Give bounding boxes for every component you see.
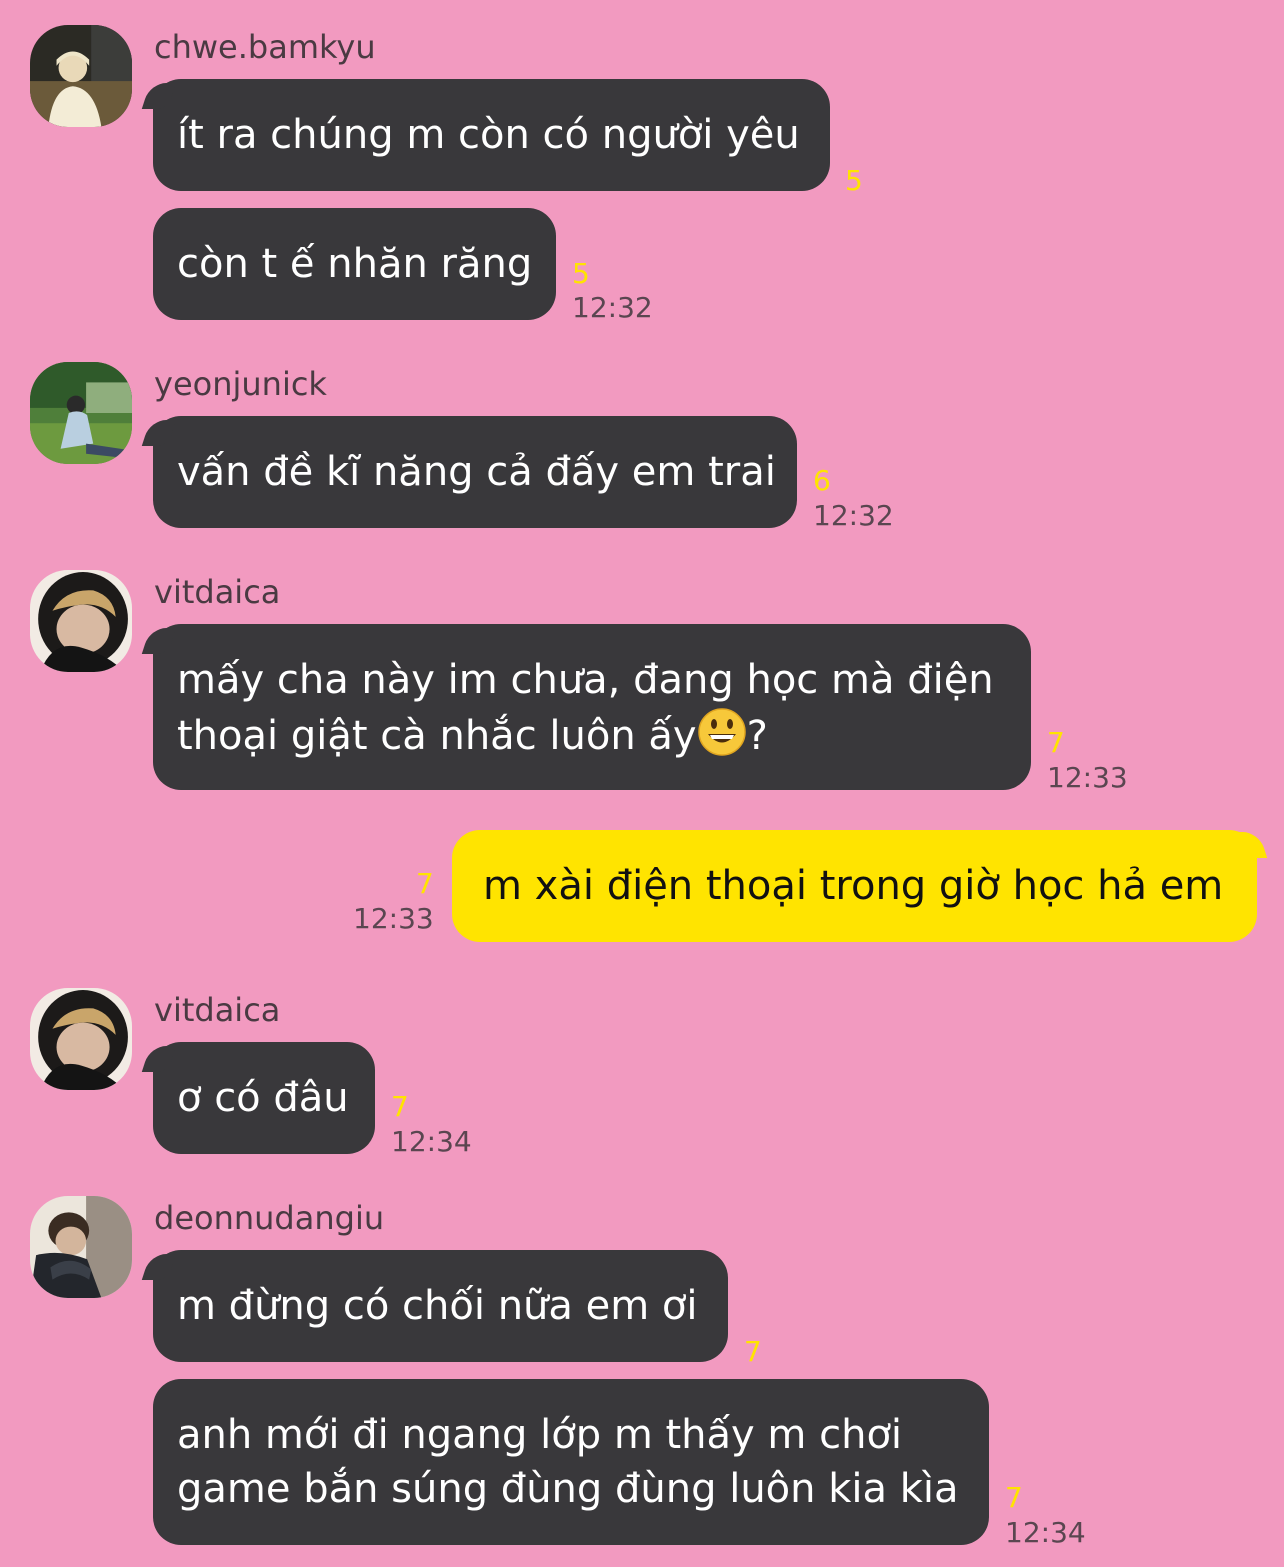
avatar-deonnudangiu[interactable] <box>30 1196 132 1298</box>
profile-photo-icon <box>30 988 132 1090</box>
message-line: anh mới đi ngang lớp m thấy m chơi <box>177 1412 903 1458</box>
sender-name: vitdaica <box>154 991 281 1029</box>
unread-count: 6 <box>813 464 831 497</box>
message-text: ơ có đâu <box>177 1075 349 1121</box>
avatar-chwe-bamkyu[interactable] <box>30 25 132 127</box>
message-bubble[interactable]: ít ra chúng m còn có người yêu <box>153 79 830 191</box>
message-time: 12:34 <box>1005 1516 1086 1549</box>
message-text: thoại giật cà nhắc luôn ấy <box>177 713 697 759</box>
profile-photo-icon <box>30 25 132 127</box>
message-bubble[interactable]: m đừng có chối nữa em ơi <box>153 1250 728 1362</box>
profile-photo-icon <box>30 570 132 672</box>
profile-photo-icon <box>30 362 132 464</box>
unread-count: 7 <box>416 867 434 900</box>
my-message-bubble[interactable]: m xài điện thoại trong giờ học hả em <box>452 830 1257 942</box>
message-bubble[interactable]: anh mới đi ngang lớp m thấy m chơi game … <box>153 1379 989 1545</box>
profile-photo-icon <box>30 1196 132 1298</box>
avatar-vitdaica[interactable] <box>30 988 132 1090</box>
message-line: mấy cha này im chưa, đang học mà điện <box>177 657 994 703</box>
sender-name: deonnudangiu <box>154 1199 385 1237</box>
message-text: m xài điện thoại trong giờ học hả em <box>483 863 1224 909</box>
avatar-vitdaica[interactable] <box>30 570 132 672</box>
message-text: ít ra chúng m còn có người yêu <box>177 112 800 158</box>
message-text: ? <box>746 713 768 759</box>
message-text: còn t ế nhăn răng <box>177 241 533 287</box>
message-bubble[interactable]: vấn đề kĩ năng cả đấy em trai <box>153 416 797 528</box>
message-bubble[interactable]: ơ có đâu <box>153 1042 375 1154</box>
unread-count: 7 <box>1005 1481 1023 1514</box>
message-text: m đừng có chối nữa em ơi <box>177 1283 698 1329</box>
message-time: 12:33 <box>1047 761 1128 794</box>
message-line: game bắn súng đùng đùng luôn kia kìa <box>177 1466 959 1512</box>
sender-name: yeonjunick <box>154 365 327 403</box>
unread-count: 5 <box>845 164 863 197</box>
unread-count: 7 <box>391 1090 409 1123</box>
message-time: 12:32 <box>572 291 653 324</box>
sender-name: vitdaica <box>154 573 281 611</box>
unread-count: 5 <box>572 257 590 290</box>
unread-count: 7 <box>744 1335 762 1368</box>
avatar-yeonjunick[interactable] <box>30 362 132 464</box>
message-text: vấn đề kĩ năng cả đấy em trai <box>177 449 776 495</box>
message-time: 12:33 <box>353 902 434 935</box>
sender-name: chwe.bamkyu <box>154 28 376 66</box>
message-time: 12:34 <box>391 1125 472 1158</box>
message-time: 12:32 <box>813 499 894 532</box>
message-bubble[interactable]: còn t ế nhăn răng <box>153 208 556 320</box>
unread-count: 7 <box>1047 726 1065 759</box>
message-line: thoại giật cà nhắc luôn ấy ? <box>177 707 1007 763</box>
message-bubble[interactable]: mấy cha này im chưa, đang học mà điện th… <box>153 624 1031 790</box>
grinning-face-emoji-icon <box>697 708 746 756</box>
